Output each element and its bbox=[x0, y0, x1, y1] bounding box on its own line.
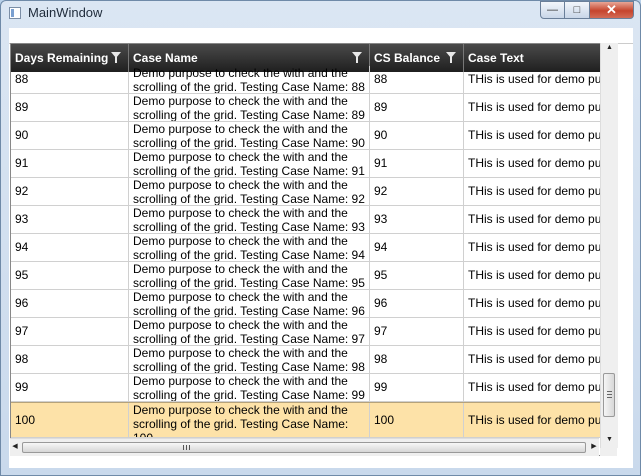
case-text-cell[interactable]: THis is used for demo purpose bbox=[464, 262, 600, 289]
case-name-cell[interactable]: Demo purpose to check the with and the s… bbox=[129, 178, 370, 205]
days-remaining-cell[interactable]: 90 bbox=[11, 122, 129, 149]
horizontal-scroll-thumb[interactable] bbox=[22, 442, 586, 453]
table-row[interactable]: 89 Demo purpose to check the with and the… bbox=[11, 94, 600, 122]
case-text-cell[interactable]: THis is used for demo purpose bbox=[464, 318, 600, 345]
column-header-cs-balance[interactable]: CS Balance bbox=[370, 44, 464, 72]
filter-icon[interactable] bbox=[111, 52, 121, 63]
case-name-cell[interactable]: Demo purpose to check the with and the s… bbox=[129, 122, 370, 149]
minimize-icon: — bbox=[547, 4, 558, 16]
top-strip bbox=[9, 28, 633, 44]
table-row[interactable]: 94 Demo purpose to check the with and the… bbox=[11, 234, 600, 262]
maximize-button[interactable]: □ bbox=[565, 1, 590, 19]
cs-balance-cell[interactable]: 99 bbox=[370, 374, 464, 401]
case-text-cell[interactable]: THis is used for demo purpose bbox=[464, 206, 600, 233]
days-remaining-cell[interactable]: 97 bbox=[11, 318, 129, 345]
cs-balance-cell[interactable]: 97 bbox=[370, 318, 464, 345]
case-name-cell[interactable]: Demo purpose to check the with and the s… bbox=[129, 403, 370, 437]
filter-icon[interactable] bbox=[446, 52, 456, 63]
main-window: MainWindow — □ ✕ Days Remaining Case Nam… bbox=[0, 0, 641, 476]
case-text-cell[interactable]: THis is used for demo purpose bbox=[464, 290, 600, 317]
table-row[interactable]: 90 Demo purpose to check the with and the… bbox=[11, 122, 600, 150]
case-name-cell[interactable]: Demo purpose to check the with and the s… bbox=[129, 374, 370, 401]
column-header-case-text[interactable]: Case Text bbox=[464, 44, 600, 72]
case-text-cell[interactable]: THis is used for demo purpose bbox=[464, 403, 600, 437]
case-text-cell[interactable]: THis is used for demo purpose bbox=[464, 234, 600, 261]
scroll-down-arrow-icon[interactable]: ▼ bbox=[601, 436, 618, 443]
table-row[interactable]: 97 Demo purpose to check the with and the… bbox=[11, 318, 600, 346]
case-name-cell[interactable]: Demo purpose to check the with and the s… bbox=[129, 234, 370, 261]
column-header-label: Case Name bbox=[133, 51, 198, 65]
scroll-up-arrow-icon[interactable]: ▲ bbox=[601, 44, 618, 51]
case-text-cell[interactable]: THis is used for demo purpose bbox=[464, 72, 600, 93]
case-text-cell[interactable]: THis is used for demo purpose bbox=[464, 150, 600, 177]
days-remaining-cell[interactable]: 99 bbox=[11, 374, 129, 401]
cs-balance-cell[interactable]: 92 bbox=[370, 178, 464, 205]
cs-balance-cell[interactable]: 96 bbox=[370, 290, 464, 317]
cs-balance-cell[interactable]: 93 bbox=[370, 206, 464, 233]
case-name-cell[interactable]: Demo purpose to check the with and the s… bbox=[129, 94, 370, 121]
days-remaining-cell[interactable]: 92 bbox=[11, 178, 129, 205]
horizontal-scrollbar[interactable]: ◀ ▶ bbox=[10, 438, 599, 456]
column-header-days-remaining[interactable]: Days Remaining bbox=[11, 44, 129, 72]
table-row[interactable]: 100 Demo purpose to check the with and th… bbox=[11, 402, 600, 438]
scrollbar-corner bbox=[600, 448, 617, 456]
table-row[interactable]: 88 Demo purpose to check the with and the… bbox=[11, 66, 600, 94]
days-remaining-cell[interactable]: 93 bbox=[11, 206, 129, 233]
table-row[interactable]: 92 Demo purpose to check the with and the… bbox=[11, 178, 600, 206]
filter-icon[interactable] bbox=[352, 52, 362, 63]
days-remaining-cell[interactable]: 94 bbox=[11, 234, 129, 261]
app-icon bbox=[9, 7, 21, 19]
days-remaining-cell[interactable]: 96 bbox=[11, 290, 129, 317]
client-area: Days Remaining Case Name CS Balance Case… bbox=[9, 28, 633, 468]
table-row[interactable]: 91 Demo purpose to check the with and the… bbox=[11, 150, 600, 178]
cs-balance-cell[interactable]: 98 bbox=[370, 346, 464, 373]
cs-balance-cell[interactable]: 88 bbox=[370, 72, 464, 93]
table-row[interactable]: 95 Demo purpose to check the with and the… bbox=[11, 262, 600, 290]
days-remaining-cell[interactable]: 98 bbox=[11, 346, 129, 373]
days-remaining-cell[interactable]: 100 bbox=[11, 403, 129, 437]
case-name-cell[interactable]: Demo purpose to check the with and the s… bbox=[129, 66, 370, 93]
cs-balance-cell[interactable]: 94 bbox=[370, 234, 464, 261]
table-row[interactable]: 96 Demo purpose to check the with and the… bbox=[11, 290, 600, 318]
scroll-left-arrow-icon[interactable]: ◀ bbox=[10, 442, 20, 450]
table-row[interactable]: 98 Demo purpose to check the with and the… bbox=[11, 346, 600, 374]
column-header-label: Case Text bbox=[468, 51, 524, 65]
maximize-icon: □ bbox=[573, 4, 581, 16]
case-text-cell[interactable]: THis is used for demo purpose bbox=[464, 122, 600, 149]
title-bar[interactable]: MainWindow — □ ✕ bbox=[1, 1, 640, 27]
vertical-scroll-thumb[interactable] bbox=[603, 373, 615, 417]
scroll-right-arrow-icon[interactable]: ▶ bbox=[589, 442, 599, 450]
case-name-cell[interactable]: Demo purpose to check the with and the s… bbox=[129, 290, 370, 317]
case-name-cell[interactable]: Demo purpose to check the with and the s… bbox=[129, 318, 370, 345]
case-text-cell[interactable]: THis is used for demo purpose bbox=[464, 94, 600, 121]
cs-balance-cell[interactable]: 90 bbox=[370, 122, 464, 149]
cs-balance-cell[interactable]: 95 bbox=[370, 262, 464, 289]
case-name-cell[interactable]: Demo purpose to check the with and the s… bbox=[129, 206, 370, 233]
cs-balance-cell[interactable]: 100 bbox=[370, 403, 464, 437]
window-title: MainWindow bbox=[28, 5, 103, 20]
table-row[interactable]: 99 Demo purpose to check the with and the… bbox=[11, 374, 600, 402]
cs-balance-cell[interactable]: 91 bbox=[370, 150, 464, 177]
caption-buttons: — □ ✕ bbox=[540, 1, 634, 19]
minimize-button[interactable]: — bbox=[540, 1, 565, 19]
column-header-label: Days Remaining bbox=[15, 51, 109, 65]
days-remaining-cell[interactable]: 88 bbox=[11, 72, 129, 93]
close-button[interactable]: ✕ bbox=[590, 1, 634, 19]
days-remaining-cell[interactable]: 89 bbox=[11, 94, 129, 121]
vertical-scrollbar[interactable]: ▲ ▼ bbox=[600, 43, 618, 448]
case-name-cell[interactable]: Demo purpose to check the with and the s… bbox=[129, 346, 370, 373]
column-header-label: CS Balance bbox=[374, 51, 441, 65]
case-name-cell[interactable]: Demo purpose to check the with and the s… bbox=[129, 262, 370, 289]
data-grid: Days Remaining Case Name CS Balance Case… bbox=[10, 43, 601, 456]
case-name-cell[interactable]: Demo purpose to check the with and the s… bbox=[129, 150, 370, 177]
days-remaining-cell[interactable]: 91 bbox=[11, 150, 129, 177]
table-row[interactable]: 93 Demo purpose to check the with and the… bbox=[11, 206, 600, 234]
grid-rows: 88 Demo purpose to check the with and the… bbox=[11, 66, 600, 438]
case-text-cell[interactable]: THis is used for demo purpose bbox=[464, 346, 600, 373]
cs-balance-cell[interactable]: 89 bbox=[370, 94, 464, 121]
close-icon: ✕ bbox=[606, 2, 617, 17]
days-remaining-cell[interactable]: 95 bbox=[11, 262, 129, 289]
case-text-cell[interactable]: THis is used for demo purpose bbox=[464, 374, 600, 401]
case-text-cell[interactable]: THis is used for demo purpose bbox=[464, 178, 600, 205]
